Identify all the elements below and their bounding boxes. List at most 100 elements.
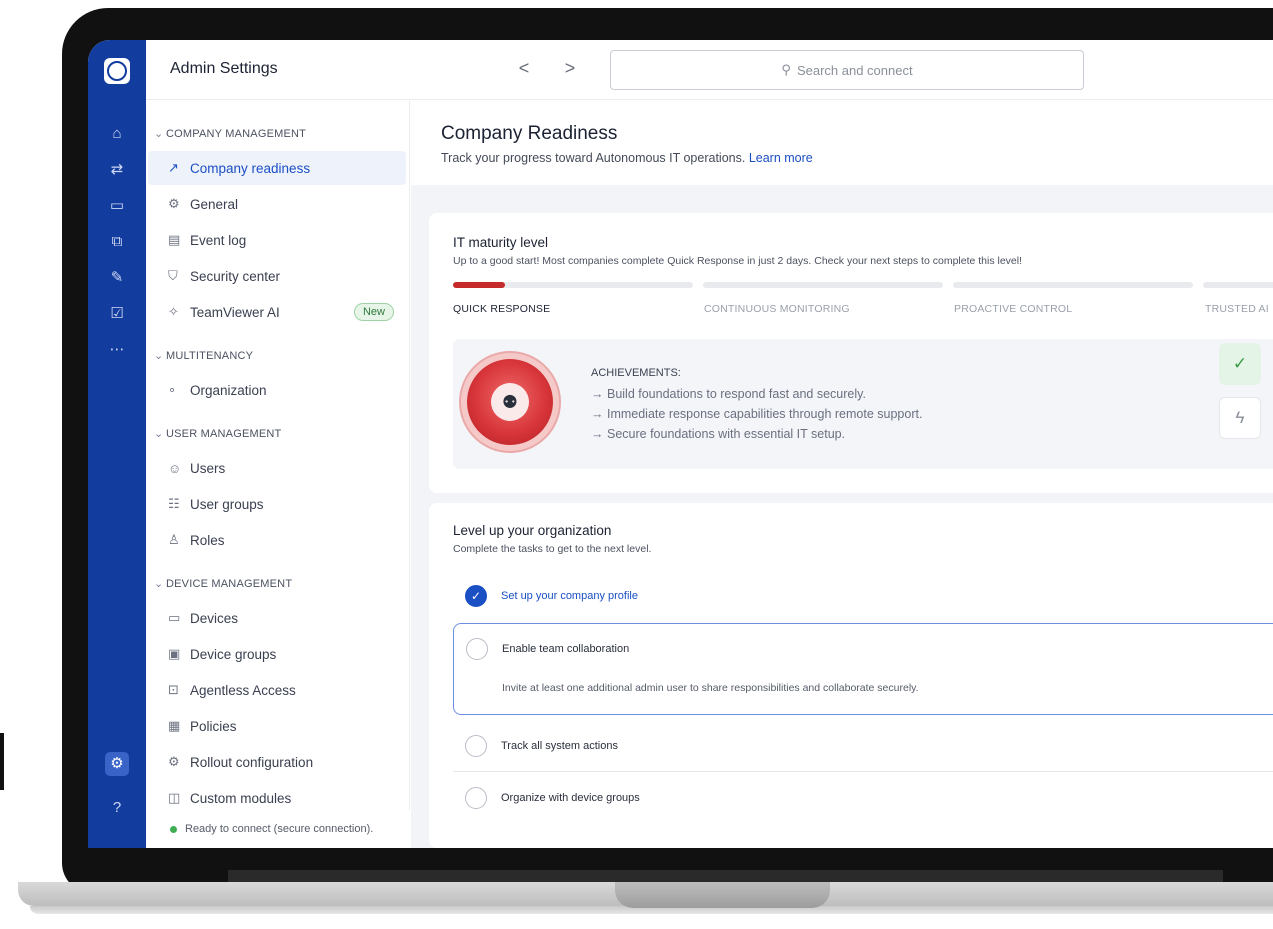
section-user-management[interactable]: ⌄ USER MANAGEMENT — [154, 427, 281, 440]
lightning-icon[interactable]: ϟ — [1219, 397, 1261, 439]
agentless-icon: ⊡ — [168, 682, 179, 697]
gauge-icon: ↗ — [168, 160, 179, 175]
section-device-management[interactable]: ⌄ DEVICE MANAGEMENT — [154, 577, 292, 590]
sidebar-item-teamviewer-ai[interactable]: ✧ TeamViewer AI New — [148, 295, 406, 329]
status-text: Ready to connect (secure connection). — [185, 823, 374, 835]
app-window: ⌂ ⇄ ▭ ⧉ ✎ ☑ ⋯ ⚙ ? Admin Settings < > ⚲ S… — [88, 40, 1273, 848]
transfer-icon[interactable]: ⇄ — [105, 158, 129, 182]
sidebar-item-device-groups[interactable]: ▣ Device groups — [148, 637, 406, 671]
gear-icon: ⚙ — [168, 196, 180, 211]
achievement-item: → Immediate response capabilities throug… — [591, 407, 923, 421]
status-dot-icon — [170, 825, 177, 833]
sidebar-item-general[interactable]: ⚙ General — [148, 187, 406, 221]
forward-button[interactable]: > — [560, 58, 580, 79]
chevron-down-icon: ⌄ — [154, 428, 164, 440]
tools-icon[interactable]: ✎ — [105, 266, 129, 290]
chevron-down-icon: ⌄ — [154, 350, 164, 362]
search-input[interactable]: ⚲ Search and connect — [610, 50, 1084, 90]
content-subtitle: Track your progress toward Autonomous IT… — [441, 151, 813, 165]
task-checkbox[interactable] — [465, 787, 487, 809]
top-bar: Admin Settings < > ⚲ Search and connect — [146, 40, 1273, 100]
levelup-title: Level up your organization — [453, 523, 612, 538]
devices-icon[interactable]: ▭ — [105, 194, 129, 218]
maturity-subtitle: Up to a good start! Most companies compl… — [453, 255, 1023, 267]
stage-trusted-ai: TRUSTED AI — [1205, 303, 1269, 315]
task-divider — [453, 771, 1273, 772]
sidebar-item-organization[interactable]: ∘ Organization — [148, 373, 406, 407]
progress-fill — [453, 282, 505, 288]
learn-more-link[interactable]: Learn more — [749, 151, 813, 165]
search-icon: ⚲ — [781, 62, 791, 77]
new-badge: New — [353, 303, 394, 321]
chevron-down-icon: ⌄ — [154, 578, 164, 590]
task-expanded-card[interactable]: Enable team collaboration Invite at leas… — [453, 623, 1273, 715]
modules-icon: ◫ — [168, 790, 181, 805]
achievement-item: → Build foundations to respond fast and … — [591, 387, 866, 401]
search-placeholder: Search and connect — [796, 62, 913, 78]
users-icon: ☺ — [168, 460, 182, 476]
check-badge-icon[interactable]: ✓ — [1219, 343, 1261, 385]
content-title: Company Readiness — [441, 123, 618, 144]
sidebar-item-user-groups[interactable]: ☷ User groups — [148, 487, 406, 521]
back-button[interactable]: < — [514, 58, 534, 79]
level-up-card: Level up your organization Complete the … — [429, 503, 1273, 848]
rollout-icon: ⚙ — [168, 754, 180, 769]
home-icon[interactable]: ⌂ — [105, 122, 129, 146]
nav-rail: ⌂ ⇄ ▭ ⧉ ✎ ☑ ⋯ ⚙ ? — [88, 40, 146, 848]
sidebar-item-company-readiness[interactable]: ↗ Company readiness — [148, 151, 406, 185]
page-title: Admin Settings — [170, 60, 278, 77]
achievements-label: ACHIEVEMENTS: — [591, 367, 681, 379]
sidebar-item-agentless-access[interactable]: ⊡ Agentless Access — [148, 673, 406, 707]
maturity-card: IT maturity level Up to a good start! Mo… — [429, 213, 1273, 493]
task-device-groups[interactable]: Organize with device groups — [453, 785, 1273, 811]
stage-quick-response: QUICK RESPONSE — [453, 303, 551, 315]
organization-icon: ∘ — [168, 382, 177, 397]
stage-continuous-monitoring: CONTINUOUS MONITORING — [704, 303, 850, 315]
settings-sidebar: ⌄ COMPANY MANAGEMENT ↗ Company readiness ⚙… — [146, 101, 410, 848]
more-icon[interactable]: ⋯ — [105, 338, 129, 362]
level-medal: ⚉ — [467, 359, 553, 445]
help-icon[interactable]: ? — [105, 796, 129, 820]
chevron-down-icon: ⌄ — [154, 128, 164, 140]
log-icon: ▤ — [168, 232, 181, 247]
task-checkbox[interactable] — [466, 638, 488, 660]
sidebar-item-rollout-configuration[interactable]: ⚙ Rollout configuration — [148, 745, 406, 779]
achievement-item: → Secure foundations with essential IT s… — [591, 427, 846, 441]
section-multitenancy[interactable]: ⌄ MULTITENANCY — [154, 349, 253, 362]
shield-icon: ⛉ — [168, 268, 178, 283]
sparkle-icon: ✧ — [168, 304, 179, 319]
sidebar-item-users[interactable]: ☺ Users — [148, 451, 406, 485]
levelup-subtitle: Complete the tasks to get to the next le… — [453, 543, 652, 555]
achievements-panel: ⚉ ACHIEVEMENTS: → Build foundations to r… — [453, 339, 1273, 469]
teamviewer-logo-icon[interactable] — [104, 58, 130, 84]
sidebar-item-event-log[interactable]: ▤ Event log — [148, 223, 406, 257]
page-header: Company Readiness Track your progress to… — [411, 101, 1273, 185]
checklist-icon[interactable]: ☑ — [105, 302, 129, 326]
maturity-title: IT maturity level — [453, 235, 549, 250]
support-agent-icon: ⚉ — [491, 383, 529, 421]
status-bar: Ready to connect (secure connection). — [146, 810, 416, 848]
sidebar-item-security-center[interactable]: ⛉ Security center — [148, 259, 406, 293]
task-track-actions[interactable]: Track all system actions — [453, 733, 1273, 759]
admin-settings-icon[interactable]: ⚙ — [105, 752, 129, 776]
sidebar-item-policies[interactable]: ▦ Policies — [148, 709, 406, 743]
task-team-collaboration[interactable]: Enable team collaboration — [454, 636, 1273, 662]
task-checkbox[interactable] — [465, 735, 487, 757]
device-groups-icon: ▣ — [168, 646, 181, 661]
sidebar-item-roles[interactable]: ♙ Roles — [148, 523, 406, 557]
device-icon: ▭ — [168, 610, 181, 625]
check-circle-icon[interactable]: ✓ — [465, 585, 487, 607]
policy-icon: ▦ — [168, 718, 181, 733]
task-description: Invite at least one additional admin use… — [502, 682, 919, 694]
roles-icon: ♙ — [168, 532, 180, 547]
laptop-notch — [615, 882, 830, 908]
task-company-profile[interactable]: ✓ Set up your company profile — [453, 583, 1273, 609]
progress-segment-3 — [953, 282, 1193, 288]
main-content: Company Readiness Track your progress to… — [411, 101, 1273, 848]
progress-segment-2 — [703, 282, 943, 288]
user-groups-icon: ☷ — [168, 496, 180, 511]
stage-proactive-control: PROACTIVE CONTROL — [954, 303, 1073, 315]
section-company-management[interactable]: ⌄ COMPANY MANAGEMENT — [154, 127, 306, 140]
remote-icon[interactable]: ⧉ — [105, 230, 129, 254]
sidebar-item-devices[interactable]: ▭ Devices — [148, 601, 406, 635]
